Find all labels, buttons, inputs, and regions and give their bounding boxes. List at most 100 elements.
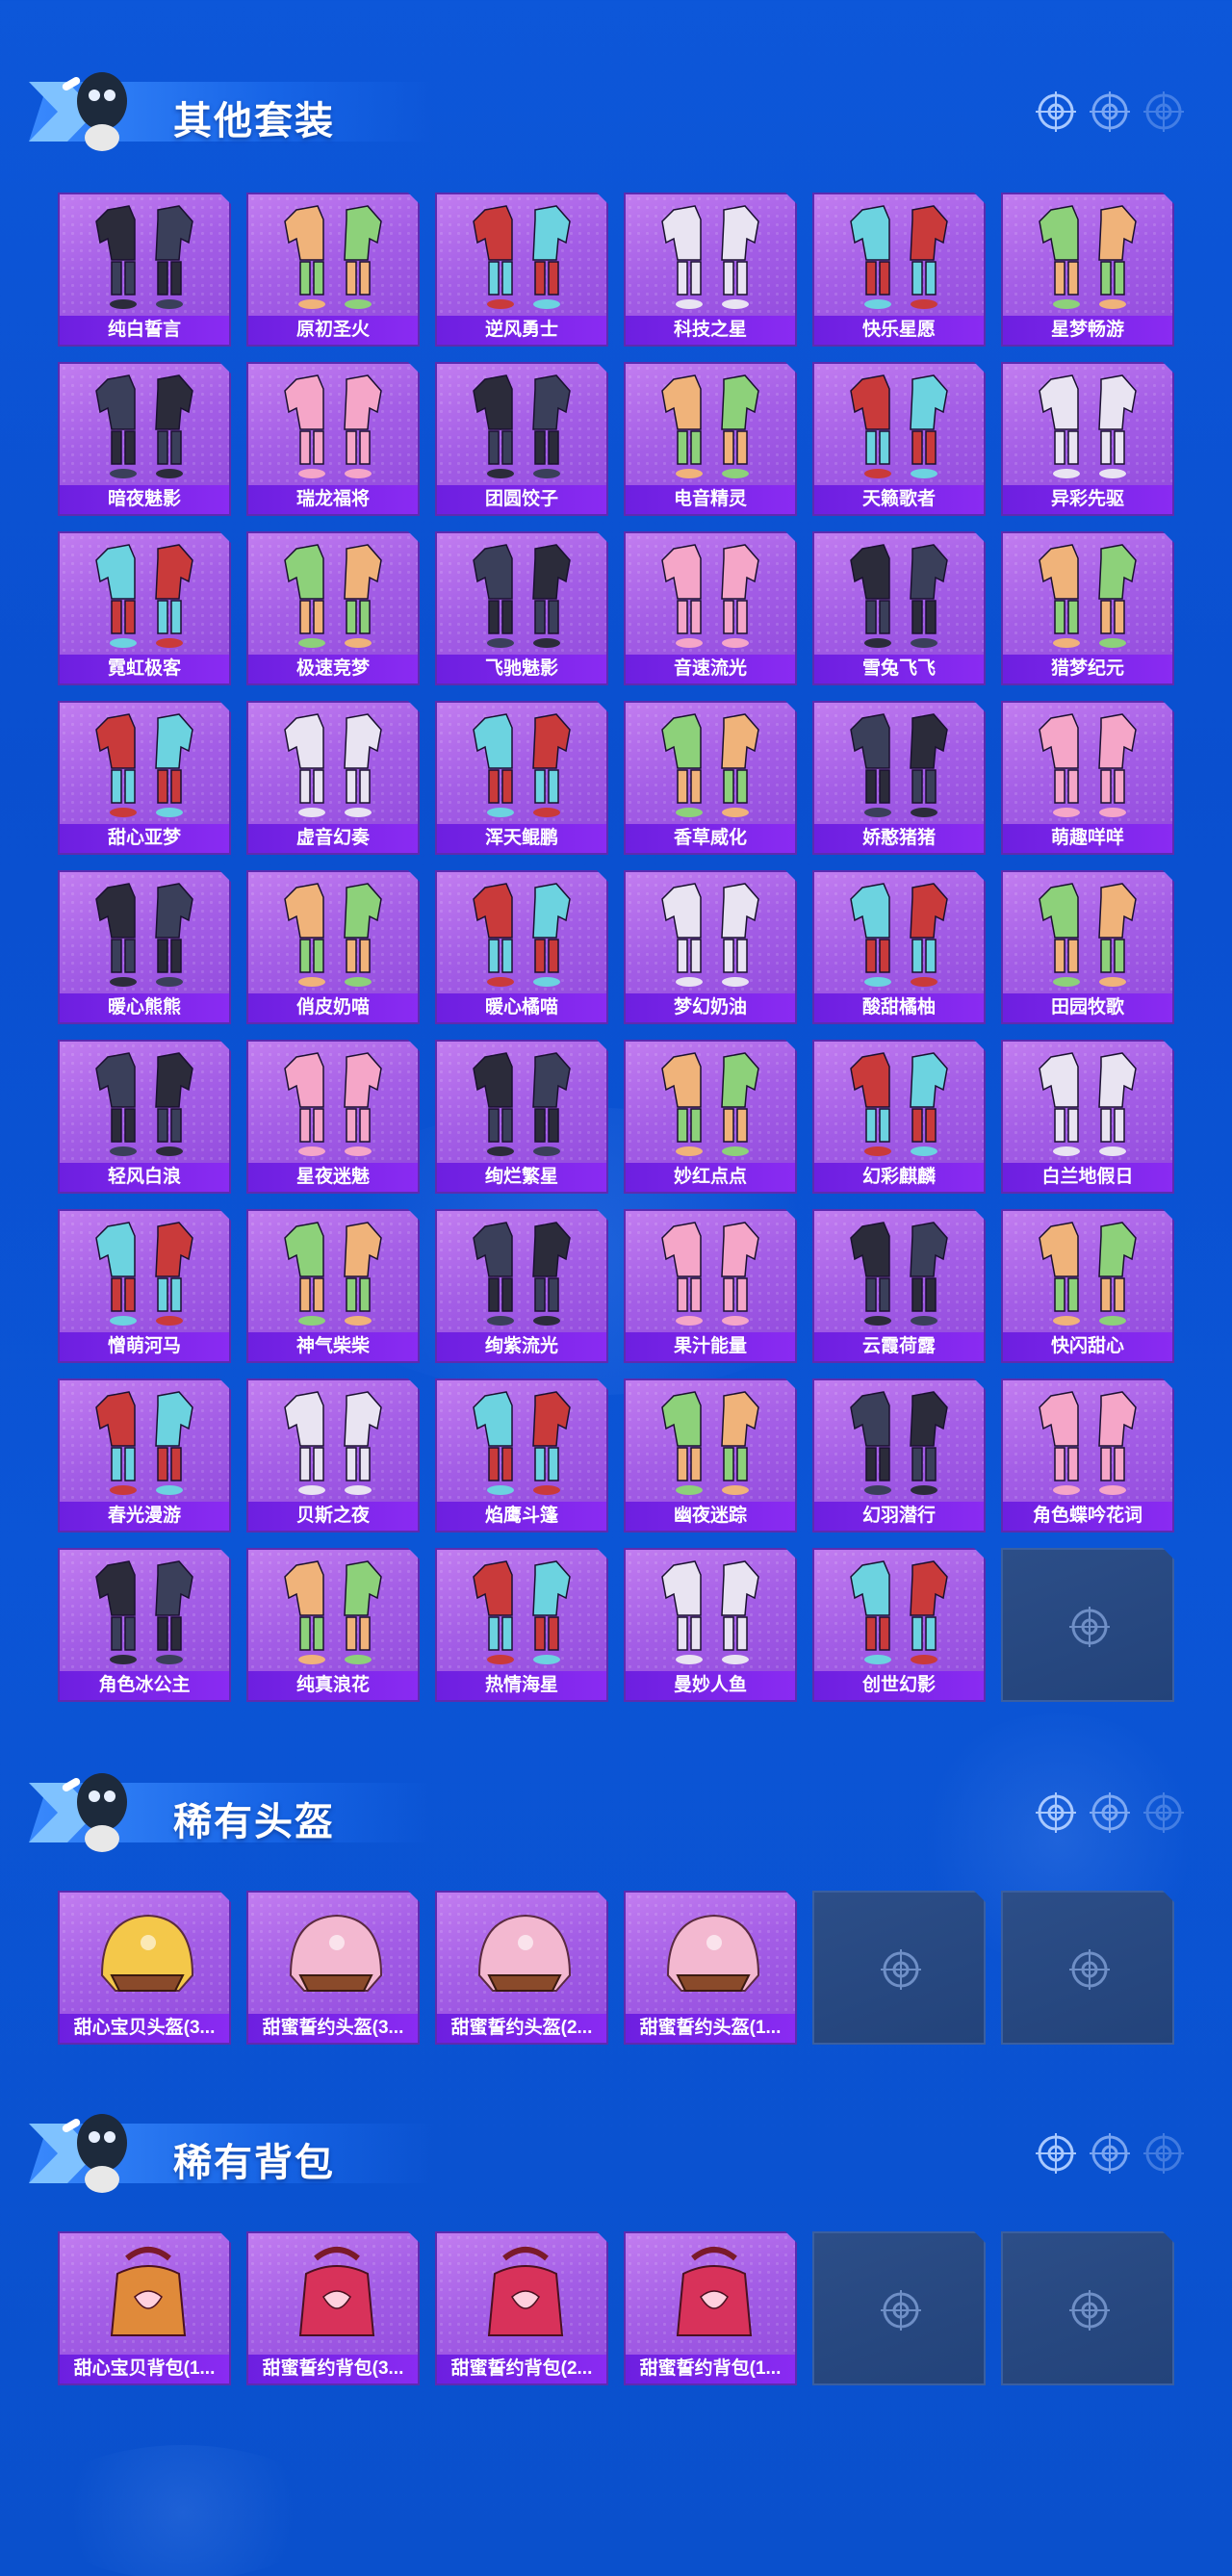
item-card[interactable]: 纯真浪花 [246, 1548, 420, 1702]
item-card[interactable]: 娇憨猪猪 [812, 701, 986, 855]
item-label: 甜心宝贝头盔(3... [60, 2014, 229, 2043]
item-card[interactable]: 异彩先驱 [1001, 362, 1174, 516]
item-card[interactable]: 白兰地假日 [1001, 1040, 1174, 1194]
item-card[interactable]: 星夜迷魅 [246, 1040, 420, 1194]
item-card[interactable]: 幻羽潜行 [812, 1378, 986, 1533]
item-card[interactable]: 甜心亚梦 [58, 701, 231, 855]
item-label: 春光漫游 [60, 1502, 229, 1531]
crosshair-target-icon [1069, 1607, 1110, 1647]
item-label: 快闪甜心 [1003, 1332, 1172, 1361]
item-card[interactable]: 团圆饺子 [435, 362, 608, 516]
outfit-icon [661, 205, 759, 309]
item-card[interactable]: 萌趣咩咩 [1001, 701, 1174, 855]
item-card[interactable]: 憎萌河马 [58, 1209, 231, 1363]
item-card[interactable]: 甜蜜誓约背包(2... [435, 2231, 608, 2385]
item-card[interactable]: 甜蜜誓约背包(1... [624, 2231, 797, 2385]
item-card[interactable]: 绚紫流光 [435, 1209, 608, 1363]
item-card[interactable]: 原初圣火 [246, 193, 420, 347]
item-card[interactable]: 电音精灵 [624, 362, 797, 516]
item-card[interactable]: 虚音幻奏 [246, 701, 420, 855]
outfit-icon [1039, 205, 1137, 309]
item-card[interactable]: 梦幻奶油 [624, 870, 797, 1024]
item-card[interactable]: 甜蜜誓约头盔(2... [435, 1891, 608, 2045]
item-card[interactable]: 甜心宝贝头盔(3... [58, 1891, 231, 2045]
outfit-icon [473, 1391, 571, 1495]
item-card[interactable]: 星梦畅游 [1001, 193, 1174, 347]
crosshair-target-icon [1090, 1792, 1130, 1833]
item-card[interactable]: 暖心熊熊 [58, 870, 231, 1024]
section-title: 其他套装 [173, 100, 335, 142]
item-card[interactable]: 浑天鲲鹏 [435, 701, 608, 855]
item-label: 酸甜橘柚 [814, 993, 984, 1022]
item-card[interactable]: 果汁能量 [624, 1209, 797, 1363]
backpack-icon [110, 2247, 187, 2336]
outfit-icon [95, 1052, 193, 1156]
item-card[interactable]: 霓虹极客 [58, 531, 231, 685]
outfit-icon [850, 1052, 948, 1156]
item-card[interactable]: 幽夜迷踪 [624, 1378, 797, 1533]
item-card[interactable]: 科技之星 [624, 193, 797, 347]
item-label: 香草威化 [626, 824, 795, 853]
item-card[interactable]: 热情海星 [435, 1548, 608, 1702]
item-card[interactable]: 轻风白浪 [58, 1040, 231, 1194]
helmet-icon [289, 1914, 383, 1992]
item-card[interactable]: 音速流光 [624, 531, 797, 685]
outfit-icon [850, 374, 948, 478]
item-card[interactable]: 天籁歌者 [812, 362, 986, 516]
outfit-icon [661, 713, 759, 817]
item-card[interactable]: 逆风勇士 [435, 193, 608, 347]
item-card[interactable]: 幻彩麒麟 [812, 1040, 986, 1194]
item-card[interactable]: 快乐星愿 [812, 193, 986, 347]
helmet-icon [666, 1914, 760, 1992]
item-card[interactable]: 甜蜜誓约头盔(1... [624, 1891, 797, 2045]
item-card[interactable]: 神气柴柴 [246, 1209, 420, 1363]
item-card[interactable]: 纯白誓言 [58, 193, 231, 347]
outfit-icon [284, 374, 382, 478]
item-card[interactable]: 春光漫游 [58, 1378, 231, 1533]
outfit-icon [661, 374, 759, 478]
item-card[interactable]: 甜心宝贝背包(1... [58, 2231, 231, 2385]
section-title: 稀有头盔 [173, 1801, 335, 1843]
section-header-suits: 其他套装 [29, 53, 1184, 159]
item-card[interactable]: 猎梦纪元 [1001, 531, 1174, 685]
outfit-icon [1039, 1222, 1137, 1326]
crosshair-target-icon [881, 2290, 921, 2331]
item-card[interactable]: 田园牧歌 [1001, 870, 1174, 1024]
item-label: 甜蜜誓约头盔(3... [248, 2014, 418, 2043]
backpack-icon [298, 2247, 375, 2336]
outfit-icon [661, 1560, 759, 1664]
outfit-icon [661, 1391, 759, 1495]
item-label: 幽夜迷踪 [626, 1502, 795, 1531]
item-card[interactable]: 暖心橘喵 [435, 870, 608, 1024]
outfit-icon [850, 1391, 948, 1495]
item-card[interactable]: 创世幻影 [812, 1548, 986, 1702]
item-card[interactable]: 香草威化 [624, 701, 797, 855]
outfit-icon [850, 544, 948, 648]
item-card[interactable]: 绚烂繁星 [435, 1040, 608, 1194]
item-card[interactable]: 快闪甜心 [1001, 1209, 1174, 1363]
outfit-icon [284, 1560, 382, 1664]
item-label: 雪兔飞飞 [814, 655, 984, 683]
item-card[interactable]: 角色冰公主 [58, 1548, 231, 1702]
item-card[interactable]: 贝斯之夜 [246, 1378, 420, 1533]
backpack-icon [487, 2247, 564, 2336]
item-card[interactable]: 极速竞梦 [246, 531, 420, 685]
helmet-icon [100, 1914, 194, 1992]
item-card[interactable]: 角色蝶吟花词 [1001, 1378, 1174, 1533]
item-label: 梦幻奶油 [626, 993, 795, 1022]
item-card[interactable]: 焰鹰斗篷 [435, 1378, 608, 1533]
item-card[interactable]: 飞驰魅影 [435, 531, 608, 685]
item-card[interactable]: 曼妙人鱼 [624, 1548, 797, 1702]
item-card[interactable]: 暗夜魅影 [58, 362, 231, 516]
item-card[interactable]: 雪兔飞飞 [812, 531, 986, 685]
section-title: 稀有背包 [173, 2142, 335, 2184]
item-card[interactable]: 妙红点点 [624, 1040, 797, 1194]
item-label: 猎梦纪元 [1003, 655, 1172, 683]
item-card[interactable]: 俏皮奶喵 [246, 870, 420, 1024]
item-card[interactable]: 酸甜橘柚 [812, 870, 986, 1024]
item-card[interactable]: 甜蜜誓约背包(3... [246, 2231, 420, 2385]
item-card[interactable]: 甜蜜誓约头盔(3... [246, 1891, 420, 2045]
item-card[interactable]: 瑞龙福将 [246, 362, 420, 516]
item-card[interactable]: 云霞荷露 [812, 1209, 986, 1363]
outfit-icon [284, 1391, 382, 1495]
